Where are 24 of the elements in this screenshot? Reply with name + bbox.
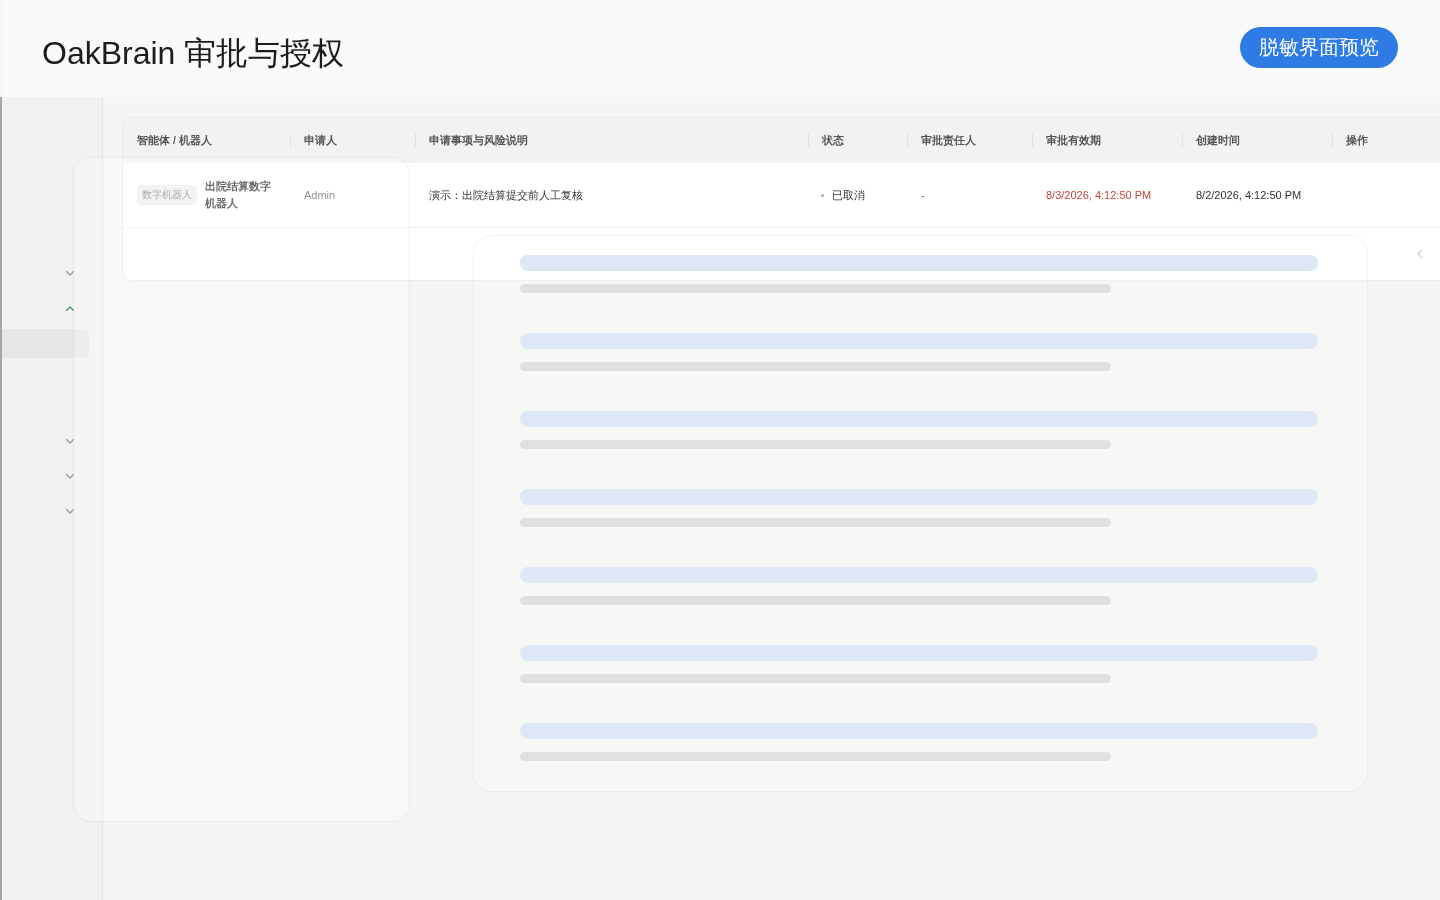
- page-title: OakBrain 审批与授权: [42, 34, 345, 73]
- column-header: 创建时间: [1196, 133, 1240, 148]
- applicant-text: Admin: [304, 189, 336, 201]
- approver-text: -: [921, 189, 925, 201]
- column-header: 状态: [822, 133, 844, 148]
- column-header: 审批责任人: [921, 133, 976, 148]
- chevron-down-icon[interactable]: [66, 474, 74, 479]
- created-date: 8/2/2026, 4:12:50 PM: [1196, 189, 1302, 201]
- status-dot-icon: [821, 193, 824, 197]
- chevron-up-icon[interactable]: [66, 306, 74, 311]
- robot-name: 出院结算数字机器人: [205, 179, 272, 211]
- preview-button[interactable]: 脱敏界面预览: [1240, 27, 1398, 68]
- chevron-down-icon[interactable]: [66, 509, 74, 514]
- request-text: 演示：出院结算提交前人工复核: [429, 187, 583, 203]
- chevron-down-icon[interactable]: [66, 439, 74, 444]
- column-header: 申请事项与风险说明: [429, 133, 528, 148]
- column-header: 审批有效期: [1046, 133, 1101, 148]
- column-header: 操作: [1346, 133, 1368, 148]
- column-header: 申请人: [304, 133, 337, 148]
- robot-type-tag: 数字机器人: [137, 185, 197, 205]
- validity-date: 8/3/2026, 4:12:50 PM: [1046, 189, 1152, 201]
- column-header: 智能体 / 机器人: [137, 133, 212, 148]
- status-text: 已取消: [832, 187, 865, 203]
- chevron-down-icon[interactable]: [66, 271, 74, 276]
